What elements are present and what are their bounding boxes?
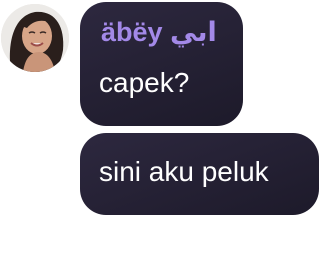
message-text: capek?	[99, 67, 190, 98]
message-bubble[interactable]: sini aku peluk	[80, 133, 319, 215]
sender-avatar[interactable]	[1, 4, 69, 72]
message-bubble[interactable]: äbëy ابي capek?	[80, 2, 243, 126]
message-text: sini aku peluk	[99, 156, 269, 187]
sender-name: äbëy ابي	[101, 17, 217, 47]
avatar-photo-icon	[1, 4, 69, 72]
